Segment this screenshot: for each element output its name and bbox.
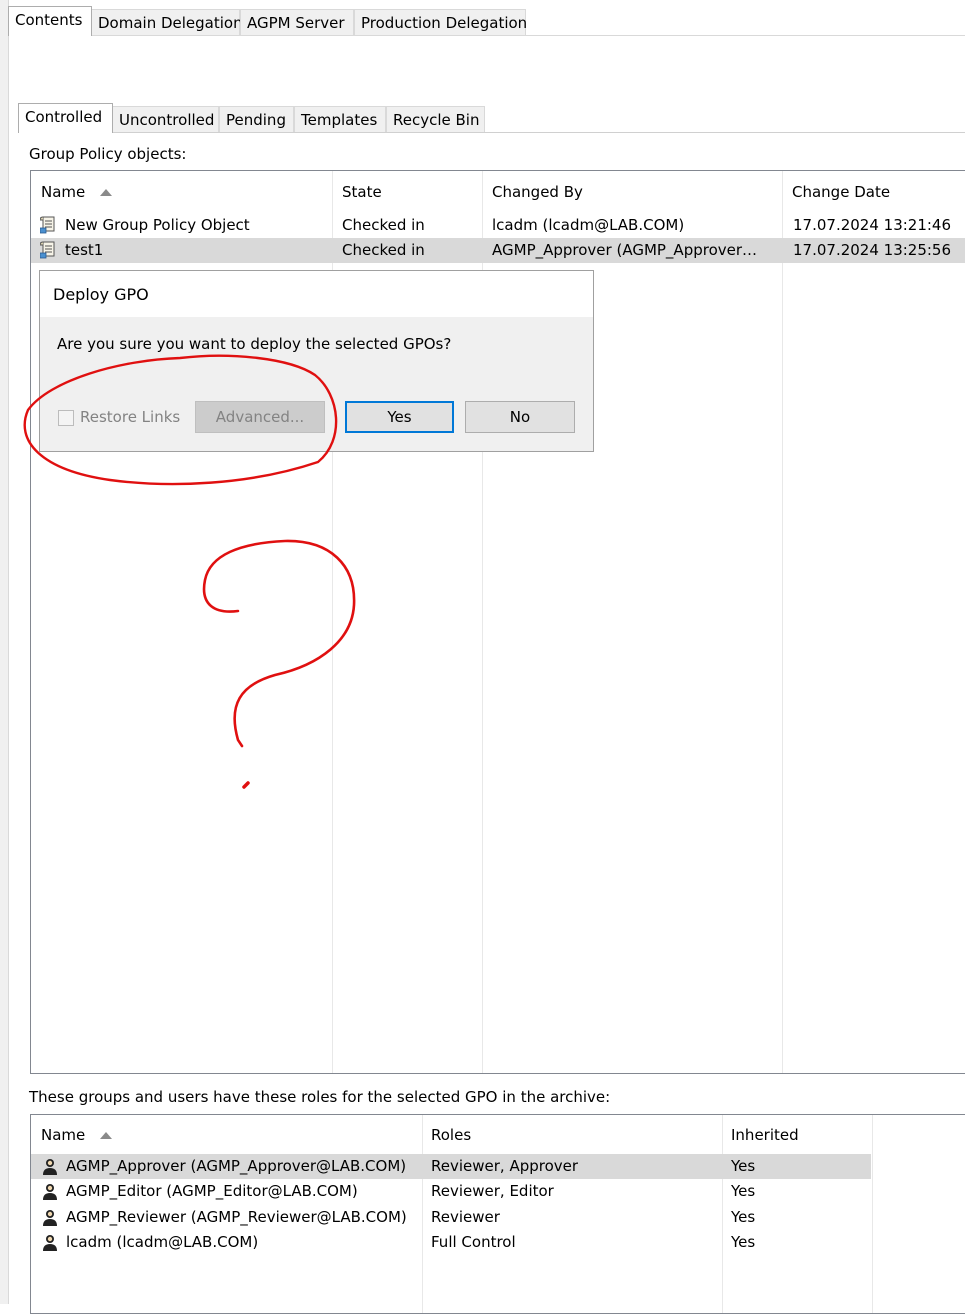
role-inherited: Yes: [731, 1208, 756, 1226]
group-user-icon: [43, 1210, 57, 1226]
roles-list[interactable]: Name Roles Inherited AGMP_Approver (AGMP…: [30, 1114, 965, 1314]
table-row[interactable]: AGMP_Reviewer (AGMP_Reviewer@LAB.COM) Re…: [31, 1205, 965, 1230]
group-user-icon: [43, 1159, 57, 1175]
table-row[interactable]: AGMP_Editor (AGMP_Editor@LAB.COM) Review…: [31, 1179, 965, 1204]
sort-ascending-icon: [100, 1132, 112, 1139]
role-names: Reviewer, Editor: [431, 1182, 554, 1200]
role-member-name: lcadm (lcadm@LAB.COM): [66, 1233, 259, 1251]
column-header-roles[interactable]: Roles: [431, 1126, 471, 1144]
role-names: Full Control: [431, 1233, 516, 1251]
role-inherited: Yes: [731, 1157, 756, 1175]
role-member-name: AGMP_Editor (AGMP_Editor@LAB.COM): [66, 1182, 358, 1200]
role-member-name: AGMP_Reviewer (AGMP_Reviewer@LAB.COM): [66, 1208, 407, 1226]
annotation-circle: [23, 354, 338, 486]
table-row[interactable]: AGMP_Approver (AGMP_Approver@LAB.COM) Re…: [31, 1154, 871, 1179]
annotation-overlay: [23, 354, 356, 789]
annotation-question-dot: [242, 781, 250, 789]
annotation-question-mark: [202, 539, 356, 748]
role-names: Reviewer, Approver: [431, 1157, 579, 1175]
role-inherited: Yes: [731, 1182, 756, 1200]
column-header-inherited[interactable]: Inherited: [731, 1126, 799, 1144]
role-inherited: Yes: [731, 1233, 756, 1251]
group-user-icon: [43, 1184, 57, 1200]
group-user-icon: [43, 1235, 57, 1251]
tab-contents[interactable]: Contents: [8, 6, 92, 36]
role-names: Reviewer: [431, 1208, 500, 1226]
tab-controlled[interactable]: Controlled: [18, 103, 113, 133]
table-row[interactable]: lcadm (lcadm@LAB.COM) Full Control Yes: [31, 1230, 965, 1255]
roles-section-label: These groups and users have these roles …: [29, 1088, 611, 1106]
role-member-name: AGMP_Approver (AGMP_Approver@LAB.COM): [66, 1157, 407, 1175]
column-header-name[interactable]: Name: [41, 1126, 85, 1144]
